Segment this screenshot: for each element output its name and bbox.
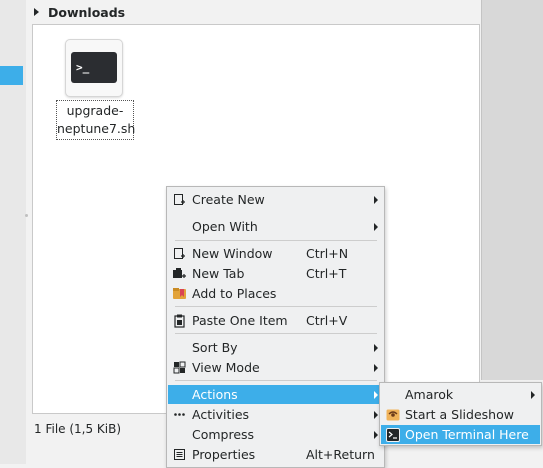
menu-item-shortcut: Ctrl+N <box>306 246 349 261</box>
file-name[interactable]: upgrade-neptune7.sh <box>56 100 135 140</box>
submenu-arrow-icon <box>531 391 535 399</box>
menu-item-view-mode[interactable]: View Mode <box>168 358 383 377</box>
menu-item-shortcut: Ctrl+V <box>306 313 348 328</box>
new-window-icon <box>172 246 187 261</box>
menu-item-add-to-places[interactable]: Add to Places <box>168 284 383 303</box>
menu-item-label: New Window <box>192 246 273 261</box>
submenu-arrow-icon <box>374 411 378 419</box>
create-new-icon <box>172 192 187 207</box>
menu-item-activities[interactable]: Activities <box>168 405 383 424</box>
menu-item-label: Paste One Item <box>192 313 288 328</box>
menu-item-label: New Tab <box>192 266 245 281</box>
slideshow-icon <box>385 407 400 422</box>
menu-item-sort-by[interactable]: Sort By <box>168 338 383 357</box>
submenu-arrow-icon <box>374 344 378 352</box>
activities-icon <box>172 407 187 422</box>
group-header[interactable]: Downloads <box>34 3 125 21</box>
menu-item-shortcut: Ctrl+T <box>306 266 347 281</box>
terminal-screen: >_ <box>71 52 117 83</box>
bookmark-icon <box>172 286 187 301</box>
menu-item-label: Compress <box>192 427 255 442</box>
menu-item-label: Create New <box>192 192 265 207</box>
context-menu: Create New Open With New Window Ctrl+N N… <box>166 186 385 468</box>
expand-triangle-icon[interactable] <box>34 8 39 16</box>
menu-item-paste[interactable]: Paste One Item Ctrl+V <box>168 311 383 330</box>
actions-submenu: Amarok Start a Slideshow Open Terminal H… <box>379 382 542 446</box>
menu-item-properties[interactable]: Properties Alt+Return <box>168 445 383 464</box>
paste-icon <box>172 313 187 328</box>
new-tab-icon <box>172 266 187 281</box>
terminal-script-icon[interactable]: >_ <box>65 39 123 97</box>
properties-icon <box>172 447 187 462</box>
side-panel <box>482 0 543 380</box>
submenu-item-amarok[interactable]: Amarok <box>381 385 540 404</box>
submenu-arrow-icon <box>374 391 378 399</box>
menu-separator <box>175 306 377 307</box>
menu-item-create-new[interactable]: Create New <box>168 190 383 209</box>
menu-separator <box>175 240 377 241</box>
menu-item-shortcut: Alt+Return <box>306 447 375 462</box>
places-selected-entry[interactable] <box>0 66 23 85</box>
menu-item-open-with[interactable]: Open With <box>168 217 383 236</box>
menu-item-label: Open Terminal Here <box>405 427 529 442</box>
menu-item-label: Open With <box>192 219 258 234</box>
menu-item-label: View Mode <box>192 360 260 375</box>
menu-item-label: Sort By <box>192 340 238 355</box>
menu-item-label: Activities <box>192 407 250 422</box>
menu-item-new-window[interactable]: New Window Ctrl+N <box>168 244 383 263</box>
submenu-arrow-icon <box>374 223 378 231</box>
menu-item-actions[interactable]: Actions <box>168 385 383 404</box>
terminal-icon <box>385 427 400 442</box>
submenu-arrow-icon <box>374 431 378 439</box>
menu-item-label: Properties <box>192 447 256 462</box>
splitter-handle[interactable] <box>25 214 28 217</box>
menu-item-new-tab[interactable]: New Tab Ctrl+T <box>168 264 383 283</box>
menu-item-label: Amarok <box>405 387 454 402</box>
submenu-item-open-terminal[interactable]: Open Terminal Here <box>381 425 540 444</box>
group-title: Downloads <box>48 4 126 20</box>
submenu-arrow-icon <box>374 364 378 372</box>
status-bar-text: 1 File (1,5 KiB) <box>34 422 122 436</box>
menu-separator <box>175 333 377 334</box>
submenu-arrow-icon <box>374 196 378 204</box>
menu-separator <box>175 380 377 381</box>
menu-item-label: Add to Places <box>192 286 277 301</box>
view-mode-icon <box>172 360 187 375</box>
submenu-item-slideshow[interactable]: Start a Slideshow <box>381 405 540 424</box>
menu-item-compress[interactable]: Compress <box>168 425 383 444</box>
menu-item-label: Start a Slideshow <box>405 407 514 422</box>
menu-item-label: Actions <box>192 387 238 402</box>
